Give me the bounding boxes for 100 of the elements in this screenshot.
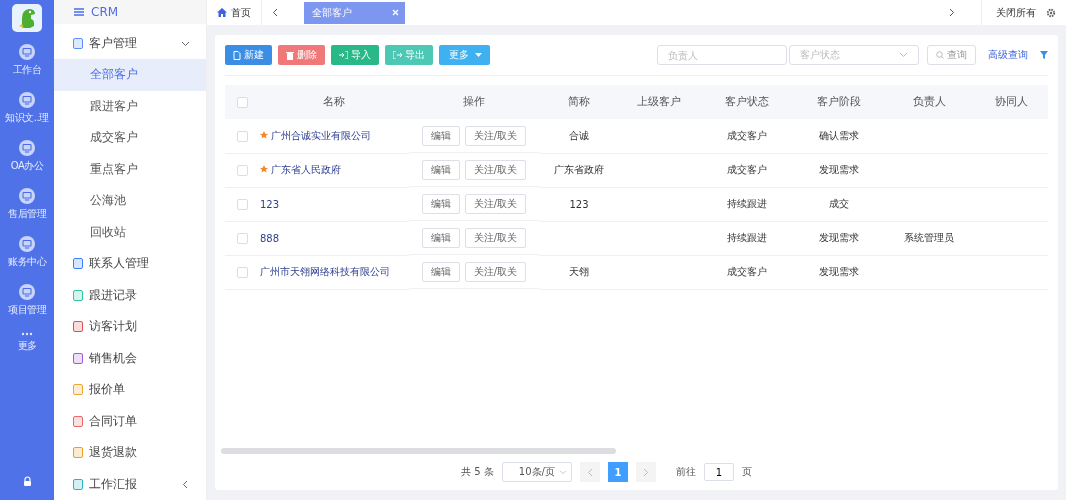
- customer-name-link[interactable]: 888: [260, 232, 280, 244]
- total-count: 共 5 条: [461, 465, 494, 479]
- follow-button[interactable]: 关注/取关: [464, 125, 527, 146]
- edit-button[interactable]: 编辑: [421, 261, 460, 282]
- table-cell: 系统管理员: [904, 232, 954, 243]
- select-all-checkbox[interactable]: [236, 97, 248, 109]
- follow-button[interactable]: 关注/取关: [464, 227, 527, 248]
- column-header: 操作: [463, 95, 485, 107]
- sidebar-item[interactable]: 退货退款: [54, 436, 206, 469]
- sidebar-subitem[interactable]: 全部客户: [54, 59, 206, 91]
- table-cell: 合诚: [569, 129, 589, 141]
- customer-name-link[interactable]: 广州合诚实业有限公司: [271, 129, 372, 141]
- monitor-icon[interactable]: [19, 284, 35, 300]
- table-cell: 持续跟进: [726, 198, 767, 209]
- sidebar-item[interactable]: 合同订单: [54, 405, 206, 437]
- column-header: 客户状态: [724, 95, 769, 107]
- chevron-left-icon[interactable]: [272, 8, 278, 17]
- sidebar-item[interactable]: 工作汇报: [54, 468, 206, 500]
- close-all-button[interactable]: 关闭所有: [981, 0, 1036, 25]
- rail-label[interactable]: OA办公: [10, 159, 44, 173]
- settings-icon[interactable]: [1046, 7, 1056, 18]
- sidebar-item[interactable]: 跟进记录: [54, 279, 206, 311]
- customer-name-link[interactable]: 广东省人民政府: [271, 164, 342, 175]
- page-input[interactable]: 1: [703, 463, 734, 481]
- sidebar-subitem[interactable]: 成交客户: [54, 122, 206, 154]
- app-title: CRM: [91, 4, 119, 19]
- row-checkbox[interactable]: [236, 164, 248, 176]
- filter-icon[interactable]: [1040, 51, 1048, 59]
- row-checkbox[interactable]: [236, 266, 248, 278]
- search-icon: [936, 51, 944, 59]
- sidebar-item[interactable]: 联系人管理: [54, 248, 206, 280]
- rail-label[interactable]: 项目管理: [8, 303, 46, 317]
- rail-label[interactable]: 知识文..理: [5, 111, 49, 125]
- scrollbar-thumb[interactable]: [221, 448, 616, 454]
- sign-out-icon: [393, 51, 402, 59]
- table-cell: 广东省政府: [554, 164, 604, 175]
- sidebar-subitem[interactable]: 重点客户: [54, 153, 206, 186]
- column-header: 上级客户: [637, 95, 681, 107]
- edit-button[interactable]: 编辑: [421, 159, 460, 180]
- page-unit-label: 页: [741, 465, 752, 479]
- sidebar-subitem[interactable]: 公海池: [54, 185, 206, 217]
- chevron-down-icon: [899, 52, 908, 58]
- column-header: 协同人: [994, 95, 1028, 107]
- page-size-select[interactable]: 10条/页: [501, 462, 572, 482]
- customer-name-link[interactable]: 123: [260, 198, 280, 210]
- sidebar-subitem[interactable]: 跟进客户: [54, 90, 206, 123]
- menu-icon[interactable]: [74, 7, 84, 16]
- table-cell: 成交客户: [726, 266, 767, 277]
- table-cell: 发现需求: [819, 232, 859, 243]
- lock-icon[interactable]: [22, 476, 32, 486]
- table-cell: 发现需求: [819, 266, 859, 277]
- row-checkbox[interactable]: [236, 130, 248, 142]
- edit-button[interactable]: 编辑: [421, 125, 460, 146]
- table-cell: 发现需求: [819, 164, 859, 175]
- trash-icon: [286, 50, 294, 60]
- column-header: 简称: [568, 95, 590, 107]
- rail-label[interactable]: 账务中心: [8, 255, 46, 269]
- table-cell: 成交: [829, 198, 849, 209]
- sidebar-subitem[interactable]: 回收站: [54, 216, 206, 248]
- follow-button[interactable]: 关注/取关: [464, 261, 527, 282]
- edit-button[interactable]: 编辑: [421, 193, 460, 214]
- caret-icon: [475, 53, 482, 57]
- edit-button[interactable]: 编辑: [421, 227, 460, 248]
- home-tab[interactable]: 首页: [217, 0, 262, 25]
- goto-label: 前往: [675, 465, 696, 479]
- table-cell: 确认需求: [819, 129, 859, 141]
- sign-in-icon: [339, 51, 348, 59]
- rail-label[interactable]: 工作台: [12, 63, 42, 77]
- table-cell: 成交客户: [726, 164, 767, 175]
- rail-label[interactable]: 更多: [17, 339, 37, 353]
- follow-button[interactable]: 关注/取关: [464, 193, 527, 214]
- home-icon: [217, 8, 227, 17]
- rail-label[interactable]: 售后管理: [8, 207, 46, 221]
- sidebar-item[interactable]: 访客计划: [54, 311, 206, 343]
- row-checkbox[interactable]: [236, 198, 248, 210]
- follow-button[interactable]: 关注/取关: [464, 159, 527, 180]
- sidebar-item[interactable]: 客户管理: [54, 27, 206, 60]
- monitor-icon[interactable]: [19, 188, 35, 204]
- column-header: 负责人: [912, 95, 946, 107]
- column-header: 名称: [323, 95, 345, 107]
- monitor-icon[interactable]: [19, 44, 35, 60]
- table-cell: 成交客户: [726, 129, 767, 141]
- more-dots-icon[interactable]: [21, 332, 33, 336]
- chevron-down-icon: [558, 469, 567, 475]
- owner-field[interactable]: 负责人: [657, 45, 787, 65]
- toolbar-button[interactable]: 新建: [225, 45, 272, 65]
- table-cell: 天翎: [569, 266, 589, 277]
- row-checkbox[interactable]: [236, 232, 248, 244]
- advanced-search-link[interactable]: 高级查询: [988, 48, 1028, 62]
- table-cell: 持续跟进: [726, 232, 767, 243]
- monitor-icon[interactable]: [19, 92, 35, 108]
- monitor-icon[interactable]: [19, 236, 35, 252]
- chevron-right-icon[interactable]: [949, 8, 955, 17]
- close-icon[interactable]: [392, 9, 399, 16]
- chevron-right-icon: [642, 467, 649, 477]
- monitor-icon[interactable]: [19, 140, 35, 156]
- sidebar-item[interactable]: 报价单: [54, 373, 206, 406]
- column-header: 客户阶段: [817, 95, 861, 107]
- customer-name-link[interactable]: 广州市天翎网络科技有限公司: [260, 266, 390, 277]
- sidebar-item[interactable]: 销售机会: [54, 342, 206, 374]
